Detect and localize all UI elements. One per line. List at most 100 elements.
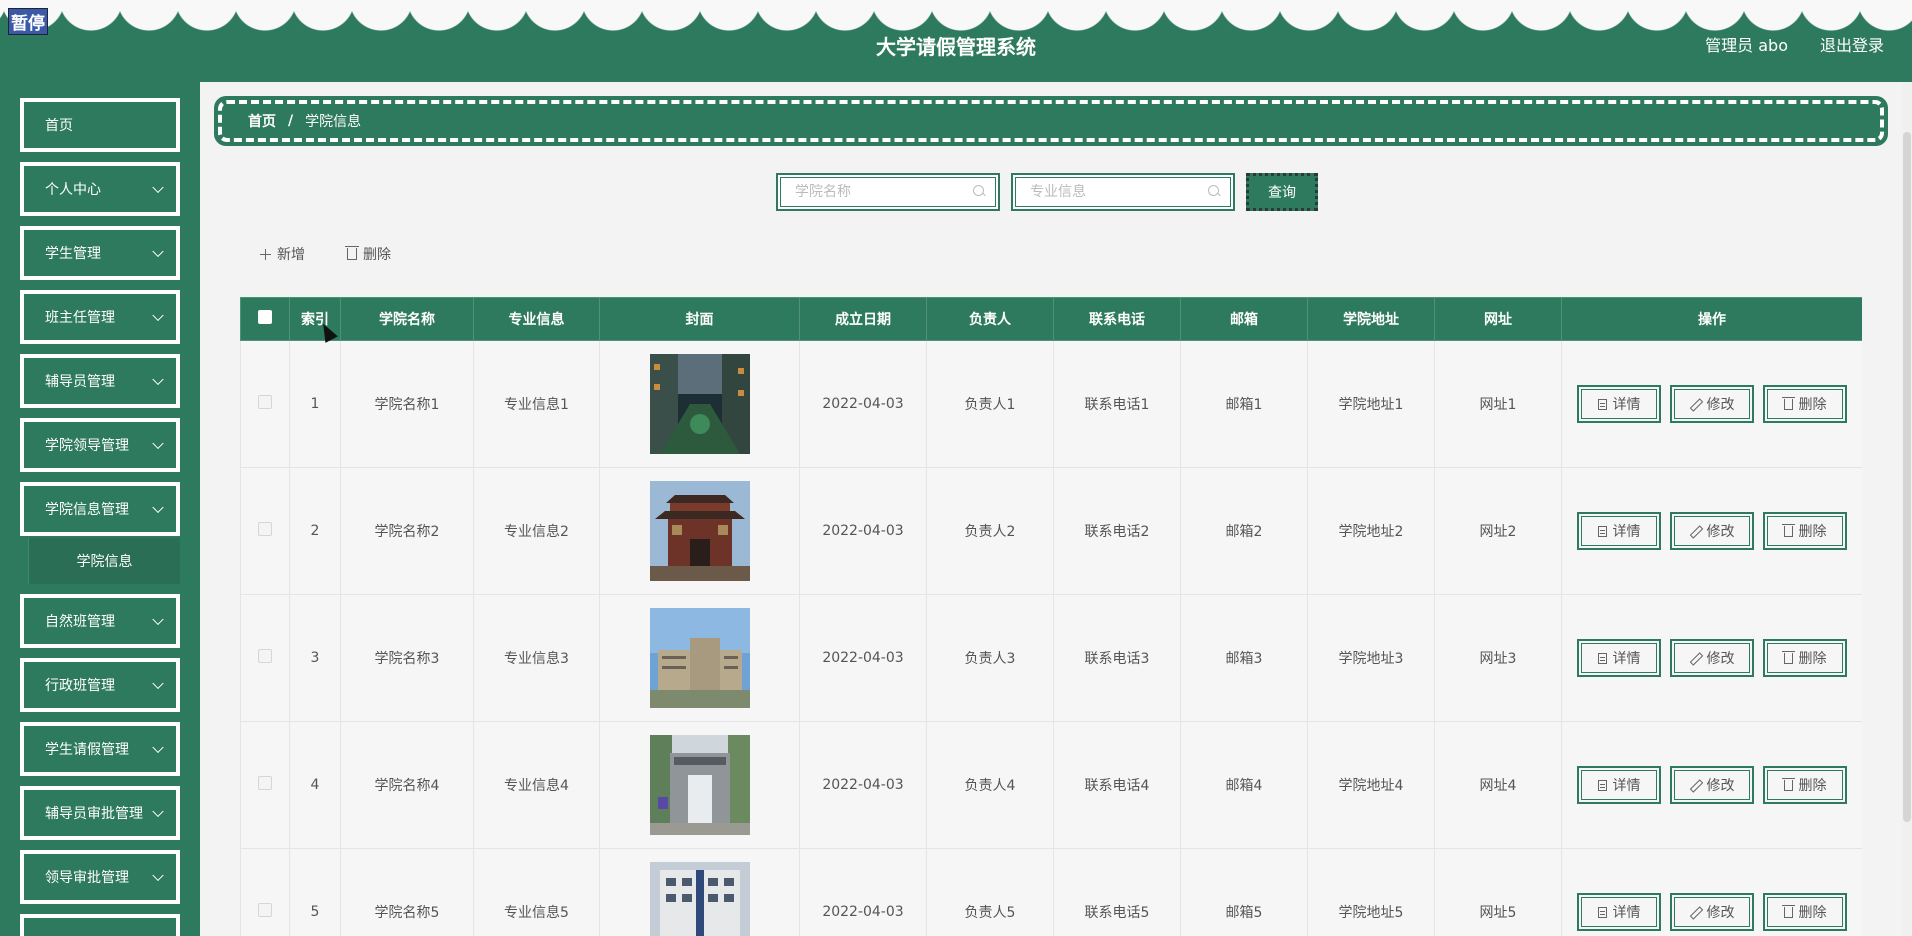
search-icon bbox=[1208, 185, 1220, 197]
sidebar-item-student-leave[interactable]: 学生请假管理 bbox=[20, 722, 180, 776]
edit-button[interactable]: 修改 bbox=[1670, 766, 1754, 804]
cell-phone: 联系电话1 bbox=[1053, 340, 1181, 468]
cell-operations: 详情 修改 删除 bbox=[1561, 721, 1862, 849]
delete-label: 删除 bbox=[1798, 778, 1827, 794]
add-button[interactable]: 新增 bbox=[260, 243, 305, 265]
college-name-input[interactable] bbox=[795, 184, 965, 200]
page-scrollbar[interactable] bbox=[1902, 82, 1912, 936]
detail-button[interactable]: 详情 bbox=[1577, 385, 1661, 423]
sidebar-item-natural-classes[interactable]: 自然班管理 bbox=[20, 594, 180, 648]
cell-college-name: 学院名称3 bbox=[340, 594, 474, 722]
cell-phone: 联系电话2 bbox=[1053, 467, 1181, 595]
chevron-down-icon bbox=[152, 613, 164, 626]
sidebar-item-counselors[interactable]: 辅导员管理 bbox=[20, 354, 180, 408]
chevron-down-icon bbox=[152, 741, 164, 754]
sidebar-item-label: 领导审批管理 bbox=[45, 870, 129, 886]
cell-index: 4 bbox=[289, 721, 341, 849]
sidebar-item-home[interactable]: 首页 bbox=[20, 98, 180, 152]
sidebar-item-students[interactable]: 学生管理 bbox=[20, 226, 180, 280]
delete-label: 删除 bbox=[1798, 397, 1827, 413]
cell-leader: 负责人3 bbox=[926, 594, 1054, 722]
sidebar-item-leader-approval[interactable]: 领导审批管理 bbox=[20, 850, 180, 904]
logout-link[interactable]: 退出登录 bbox=[1820, 32, 1884, 56]
select-all-checkbox[interactable] bbox=[258, 310, 272, 324]
chevron-down-icon bbox=[152, 677, 164, 690]
cell-college-name: 学院名称5 bbox=[340, 848, 474, 936]
delete-button[interactable]: 删除 bbox=[1763, 385, 1847, 423]
column-header: 网址 bbox=[1434, 297, 1562, 341]
add-button-label: 新增 bbox=[277, 247, 305, 263]
edit-button[interactable]: 修改 bbox=[1670, 512, 1754, 550]
pencil-icon bbox=[1690, 653, 1701, 664]
row-checkbox[interactable] bbox=[258, 395, 272, 409]
sidebar-item-label: 班主任管理 bbox=[45, 310, 115, 326]
cell-address: 学院地址1 bbox=[1307, 340, 1435, 468]
sidebar-item-partial[interactable] bbox=[20, 914, 180, 936]
cell-email: 邮箱1 bbox=[1180, 340, 1308, 468]
sidebar-item-counselor-approval[interactable]: 辅导员审批管理 bbox=[20, 786, 180, 840]
row-checkbox[interactable] bbox=[258, 903, 272, 917]
cell-index: 2 bbox=[289, 467, 341, 595]
trash-icon bbox=[1781, 904, 1795, 918]
pencil-icon bbox=[1690, 526, 1701, 537]
detail-button[interactable]: 详情 bbox=[1577, 512, 1661, 550]
sidebar-item-personal-center[interactable]: 个人中心 bbox=[20, 162, 180, 216]
sidebar-subitem-college-info[interactable]: 学院信息 bbox=[28, 538, 180, 584]
cell-major: 专业信息1 bbox=[473, 340, 600, 468]
pause-badge[interactable]: 暂停 bbox=[8, 8, 48, 35]
cell-email: 邮箱4 bbox=[1180, 721, 1308, 849]
query-button[interactable]: 查询 bbox=[1246, 173, 1318, 211]
cell-url: 网址1 bbox=[1434, 340, 1562, 468]
cell-major: 专业信息5 bbox=[473, 848, 600, 936]
major-info-input[interactable] bbox=[1030, 184, 1200, 200]
document-icon bbox=[1597, 906, 1607, 918]
edit-button[interactable]: 修改 bbox=[1670, 639, 1754, 677]
cell-date: 2022-04-03 bbox=[799, 467, 927, 595]
row-checkbox[interactable] bbox=[258, 776, 272, 790]
breadcrumb-home[interactable]: 首页 bbox=[248, 111, 276, 131]
detail-label: 详情 bbox=[1612, 524, 1641, 540]
cell-operations: 详情 修改 删除 bbox=[1561, 340, 1862, 468]
sidebar-item-head-teachers[interactable]: 班主任管理 bbox=[20, 290, 180, 344]
edit-button[interactable]: 修改 bbox=[1670, 893, 1754, 931]
document-icon bbox=[1597, 525, 1607, 537]
cell-leader: 负责人5 bbox=[926, 848, 1054, 936]
document-icon bbox=[1597, 398, 1607, 410]
cell-url: 网址2 bbox=[1434, 467, 1562, 595]
chevron-down-icon bbox=[152, 437, 164, 450]
cell-operations: 详情 修改 删除 bbox=[1561, 848, 1862, 936]
sidebar-item-label: 行政班管理 bbox=[45, 678, 115, 694]
edit-button[interactable]: 修改 bbox=[1670, 385, 1754, 423]
sidebar-item-label: 自然班管理 bbox=[45, 614, 115, 630]
row-checkbox[interactable] bbox=[258, 522, 272, 536]
sidebar-item-admin-classes[interactable]: 行政班管理 bbox=[20, 658, 180, 712]
detail-label: 详情 bbox=[1612, 905, 1641, 921]
edit-label: 修改 bbox=[1706, 778, 1735, 794]
cell-cover bbox=[599, 594, 800, 722]
scrollbar-thumb[interactable] bbox=[1903, 132, 1911, 822]
delete-button[interactable]: 删除 bbox=[1763, 512, 1847, 550]
cell-date: 2022-04-03 bbox=[799, 848, 927, 936]
college-name-search-field[interactable] bbox=[776, 173, 1000, 211]
trash-icon bbox=[1781, 650, 1795, 664]
cover-image bbox=[649, 481, 750, 581]
sidebar-item-label: 学生请假管理 bbox=[45, 742, 129, 758]
cell-college-name: 学院名称2 bbox=[340, 467, 474, 595]
current-user-label: 管理员 abo bbox=[1705, 36, 1788, 55]
detail-button[interactable]: 详情 bbox=[1577, 893, 1661, 931]
sidebar-item-college-leaders[interactable]: 学院领导管理 bbox=[20, 418, 180, 472]
row-checkbox[interactable] bbox=[258, 649, 272, 663]
bulk-delete-button[interactable]: 删除 bbox=[345, 243, 391, 265]
document-icon bbox=[1597, 652, 1607, 664]
detail-button[interactable]: 详情 bbox=[1577, 766, 1661, 804]
cell-cover bbox=[599, 848, 800, 936]
college-info-table: 索引 学院名称 专业信息 封面 成立日期 负责人 联系电话 邮箱 学院地址 网址… bbox=[240, 297, 1862, 936]
sidebar-item-college-info[interactable]: 学院信息管理 bbox=[20, 482, 180, 536]
delete-button[interactable]: 删除 bbox=[1763, 766, 1847, 804]
column-header: 邮箱 bbox=[1180, 297, 1308, 341]
delete-button[interactable]: 删除 bbox=[1763, 639, 1847, 677]
major-info-search-field[interactable] bbox=[1011, 173, 1235, 211]
cell-leader: 负责人1 bbox=[926, 340, 1054, 468]
delete-button[interactable]: 删除 bbox=[1763, 893, 1847, 931]
detail-button[interactable]: 详情 bbox=[1577, 639, 1661, 677]
